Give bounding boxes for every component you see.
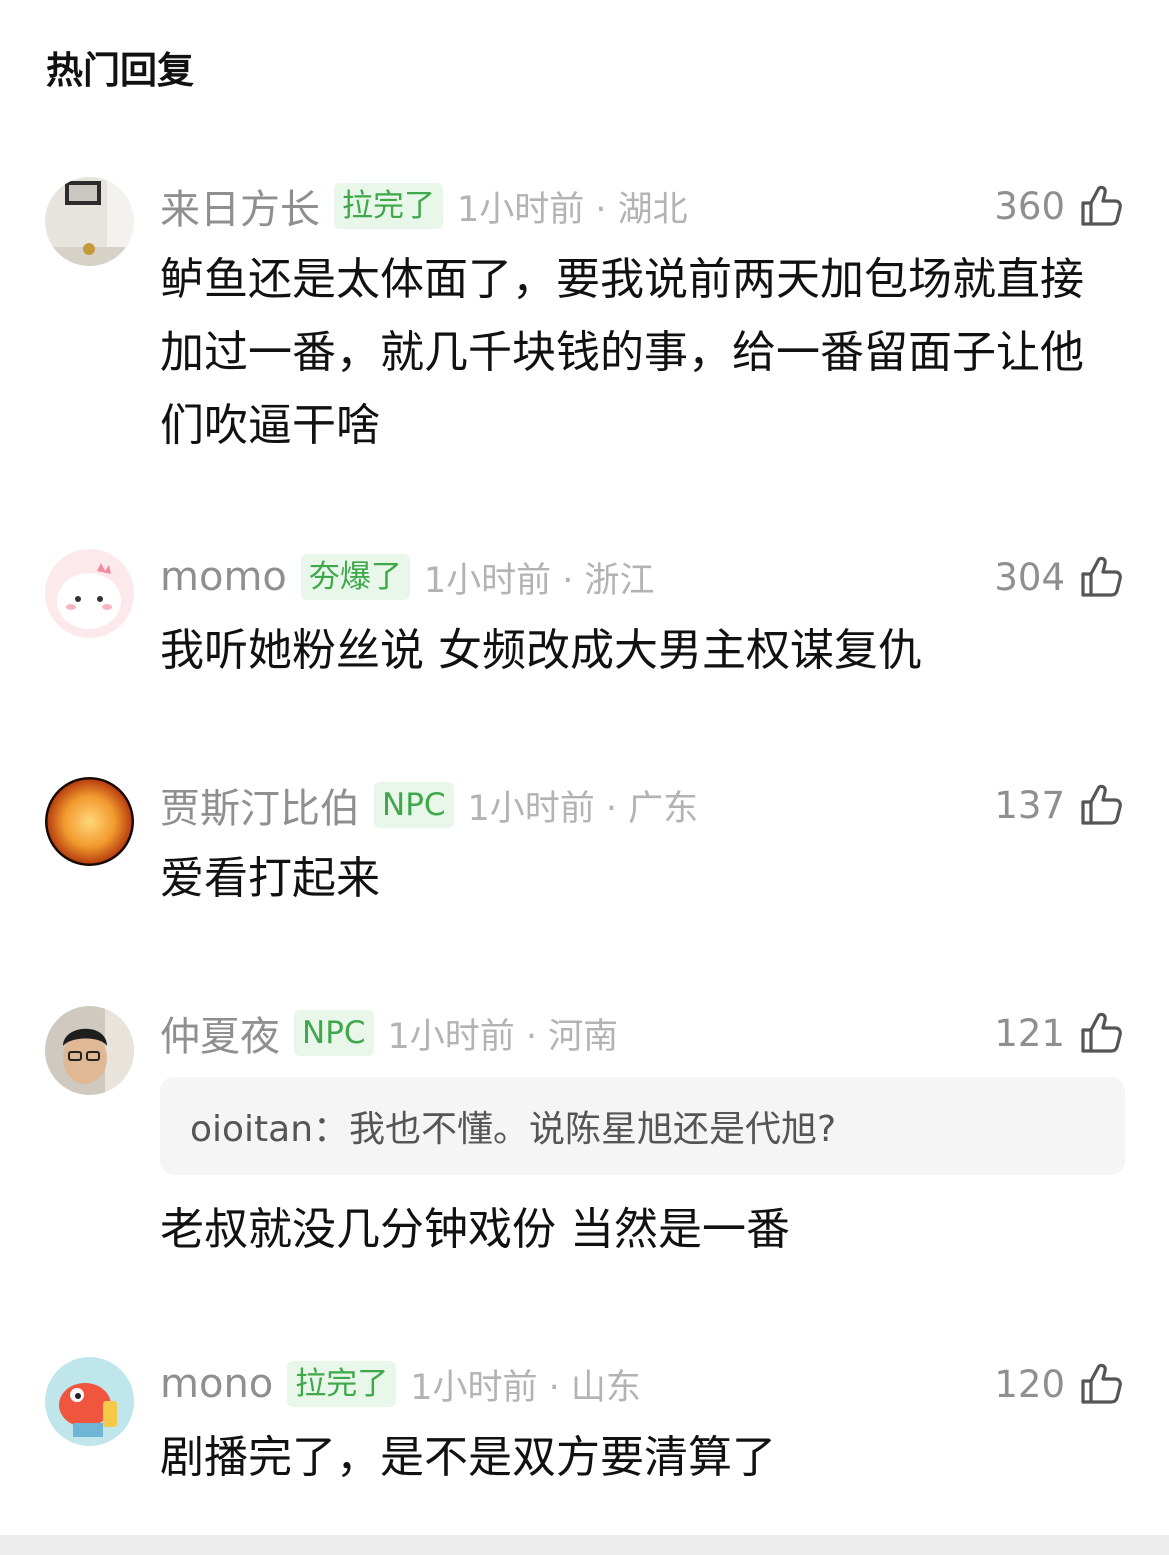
comment-text: 老叔就没几分钟戏份 当然是一番 <box>160 1204 790 1255</box>
username[interactable]: 仲夏夜 <box>160 1004 280 1062</box>
avatar[interactable] <box>45 777 134 866</box>
comment-time-location: 1小时前 · 河南 <box>387 1016 619 1057</box>
avatar-sun <box>45 777 134 866</box>
comment-time-location: 1小时前 · 山东 <box>410 1367 641 1408</box>
comment-meta: mono 拉完了 1小时前 · 山东 <box>160 1359 641 1409</box>
avatar[interactable] <box>45 177 134 266</box>
username[interactable]: momo <box>160 554 287 600</box>
like-count: 137 <box>994 783 1065 827</box>
avatar-cartoon-pink <box>45 549 134 638</box>
comment-meta: 仲夏夜 NPC 1小时前 · 河南 <box>160 1008 619 1060</box>
comment-meta: 来日方长 拉完了 1小时前 · 湖北 <box>160 181 688 233</box>
like-button[interactable]: 120 <box>994 1359 1125 1409</box>
comment-time-location: 1小时前 · 浙江 <box>423 560 655 601</box>
like-count: 120 <box>994 1362 1065 1406</box>
username[interactable]: 贾斯汀比伯 <box>160 776 360 834</box>
thumbs-up-icon <box>1077 182 1125 230</box>
avatar-cartoon-fish <box>45 1357 134 1446</box>
comment-meta: momo 夯爆了 1小时前 · 浙江 <box>160 552 655 602</box>
comment-text: 我听她粉丝说 女频改成大男主权谋复仇 <box>160 625 922 676</box>
like-button[interactable]: 121 <box>994 1008 1125 1058</box>
username[interactable]: mono <box>160 1361 273 1407</box>
comment-time-location: 1小时前 · 湖北 <box>457 189 688 230</box>
thumbs-up-icon <box>1077 553 1125 601</box>
user-badge: 拉完了 <box>334 183 443 229</box>
comment-meta: 贾斯汀比伯 NPC 1小时前 · 广东 <box>160 780 699 832</box>
like-count: 360 <box>994 184 1065 228</box>
section-title: 热门回复 <box>46 49 194 92</box>
like-button[interactable]: 360 <box>994 181 1125 231</box>
thumbs-up-icon <box>1077 1360 1125 1408</box>
user-badge: 夯爆了 <box>300 554 410 600</box>
like-count: 304 <box>994 555 1065 599</box>
like-count: 121 <box>994 1011 1065 1055</box>
username[interactable]: 来日方长 <box>160 177 320 235</box>
user-badge: NPC <box>374 782 454 828</box>
comment-time-location: 1小时前 · 广东 <box>467 788 699 829</box>
like-button[interactable]: 137 <box>994 780 1125 830</box>
thumbs-up-icon <box>1077 1009 1125 1057</box>
comment-text: 鲈鱼还是太体面了，要我说前两天加包场就直接加过一番，就几千块钱的事，给一番留面子… <box>160 254 1084 451</box>
like-button[interactable]: 304 <box>994 552 1125 602</box>
avatar-photo-room <box>45 177 134 266</box>
comment-text: 爱看打起来 <box>160 853 380 904</box>
avatar-photo-person <box>45 1006 134 1095</box>
quoted-reply[interactable]: oioitan：我也不懂。说陈星旭还是代旭? <box>160 1077 1125 1175</box>
thumbs-up-icon <box>1077 781 1125 829</box>
user-badge: NPC <box>294 1010 374 1056</box>
comment-text: 剧播完了，是不是双方要清算了 <box>160 1432 776 1483</box>
avatar[interactable] <box>45 1357 134 1446</box>
avatar[interactable] <box>45 549 134 638</box>
bottom-divider <box>0 1535 1169 1555</box>
avatar[interactable] <box>45 1006 134 1095</box>
user-badge: 拉完了 <box>287 1361 397 1407</box>
